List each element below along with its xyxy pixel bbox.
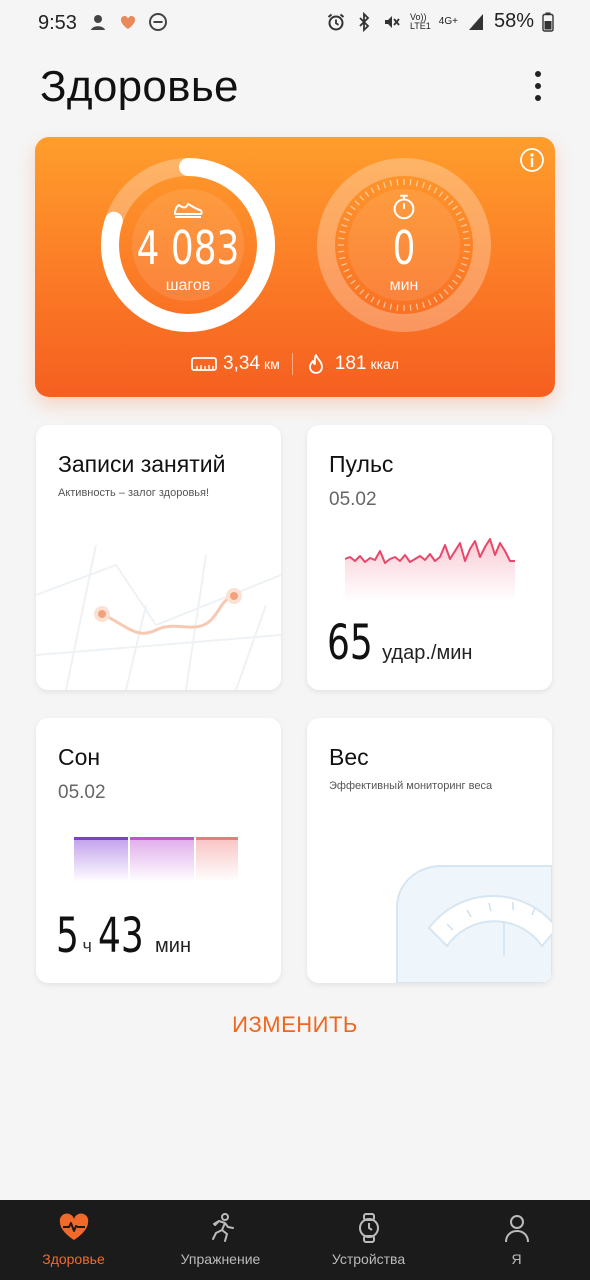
signal-icon [468, 13, 483, 30]
calories-stat: 181 ккал [335, 353, 399, 375]
distance-stat: 3,34 км [223, 353, 280, 375]
weight-card[interactable]: Вес Эффективный мониторинг веса [307, 718, 552, 983]
heart-pulse-icon [59, 1213, 89, 1240]
alarm-icon [327, 13, 345, 30]
status-time: 9:53 [38, 12, 77, 34]
sleep-stage-light [130, 838, 194, 882]
sleep-hours: 5 [56, 908, 79, 964]
volte-indicator: Vo)) LTE1 [409, 11, 431, 31]
edit-cards-button[interactable]: ИЗМЕНИТЬ [0, 1012, 590, 1038]
sleep-stage-deep [74, 838, 128, 882]
calories-unit: ккал [370, 356, 399, 372]
heart-rate-date: 05.02 [329, 489, 377, 510]
nav-health-label: Здоровье [42, 1251, 105, 1267]
heart-rate-reading: 65 удар./мин [327, 615, 472, 671]
bottom-navigation: Здоровье Упражнение Устройства Я [0, 1200, 590, 1280]
do-not-disturb-icon [149, 13, 167, 31]
sleep-title: Сон [58, 744, 101, 770]
more-vertical-icon[interactable] [526, 68, 550, 108]
stopwatch-icon [393, 194, 415, 220]
activity-stats: 3,34 км 181 ккал [35, 353, 555, 375]
status-bar: 9:53 Vo)) LTE1 4G+ 58% [0, 0, 590, 46]
nav-devices[interactable]: Устройства [295, 1200, 442, 1280]
heart-rate-unit: удар./мин [382, 642, 473, 664]
minutes-unit: мин [389, 277, 419, 294]
info-icon[interactable] [519, 147, 545, 173]
sleep-hours-unit: ч [82, 936, 92, 956]
nav-exercise[interactable]: Упражнение [147, 1200, 294, 1280]
steps-unit: шагов [165, 277, 211, 294]
stat-divider [291, 353, 293, 375]
page-title: Здоровье [40, 62, 239, 111]
heart-rate-sparkline [345, 538, 515, 601]
nav-exercise-label: Упражнение [180, 1251, 261, 1267]
sneaker-icon [174, 203, 203, 218]
battery-percent: 58% [493, 10, 534, 32]
bluetooth-icon [359, 11, 370, 32]
mute-icon [384, 15, 400, 28]
user-icon [505, 1215, 529, 1243]
minutes-value: 0 [392, 221, 416, 275]
sleep-date: 05.02 [58, 782, 106, 803]
sleep-stages-chart [74, 837, 238, 882]
network-gen: 4G+ [438, 16, 458, 27]
sleep-minutes: 43 [97, 908, 144, 964]
heart-rate-value: 65 [327, 615, 373, 671]
notification-icon [91, 15, 105, 30]
health-heart-icon [120, 15, 136, 29]
nav-profile[interactable]: Я [443, 1200, 590, 1280]
heart-rate-card[interactable]: Пульс 05.02 65 удар./мин [307, 425, 552, 690]
steps-ring[interactable]: 4 083 шагов [100, 157, 276, 333]
nav-devices-label: Устройства [331, 1251, 406, 1267]
sleep-card[interactable]: Сон 05.02 5 ч 43 мин [36, 718, 281, 983]
steps-value: 4 083 [136, 221, 240, 275]
distance-value: 3,34 [223, 353, 260, 374]
status-right: Vo)) LTE1 4G+ 58% [326, 10, 554, 33]
scale-illustration [396, 865, 552, 983]
route-map-illustration [36, 544, 281, 690]
activity-summary-card[interactable]: 4 083 шагов 0 мин 3,34 км 181 ккал [35, 137, 555, 397]
distance-unit: км [264, 356, 280, 372]
watch-icon [359, 1213, 379, 1243]
nav-health[interactable]: Здоровье [0, 1200, 147, 1280]
sleep-stage-rem [196, 838, 238, 882]
battery-icon [542, 12, 554, 32]
active-minutes-ring[interactable]: 0 мин [316, 157, 492, 333]
ruler-icon [191, 357, 217, 371]
nav-profile-label: Я [511, 1251, 522, 1267]
status-left-icons [88, 12, 168, 32]
heart-rate-title: Пульс [329, 451, 394, 477]
flame-icon [308, 354, 323, 374]
sleep-minutes-unit: мин [155, 935, 191, 957]
running-icon [212, 1213, 234, 1242]
workout-records-card[interactable]: Записи занятий Активность – залог здоров… [36, 425, 281, 690]
calories-value: 181 [334, 353, 367, 374]
sleep-duration: 5 ч 43 мин [56, 908, 191, 964]
